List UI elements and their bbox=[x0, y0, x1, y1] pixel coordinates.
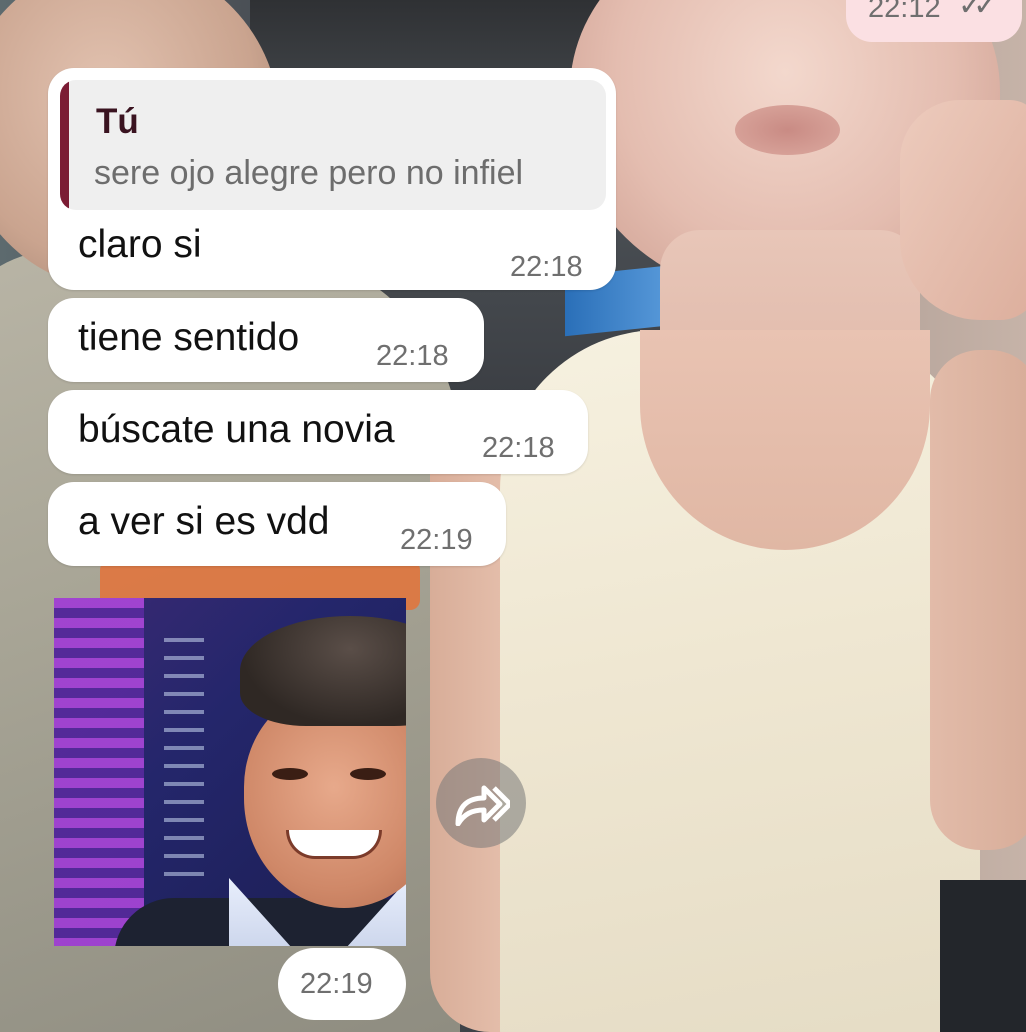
message-text: a ver si es vdd bbox=[78, 500, 330, 543]
quoted-message[interactable]: Tú sere ojo alegre pero no infiel bbox=[60, 80, 606, 210]
message-text: claro si bbox=[78, 223, 202, 266]
quote-accent-bar bbox=[60, 80, 69, 210]
message-time: 22:18 bbox=[510, 251, 583, 283]
wallpaper-hand bbox=[900, 100, 1026, 320]
sticker-smile bbox=[286, 830, 382, 859]
message-time: 22:12 bbox=[868, 0, 941, 24]
message-text: tiene sentido bbox=[78, 316, 300, 359]
forward-button[interactable] bbox=[436, 758, 526, 848]
sticker-eye bbox=[272, 768, 308, 780]
reply-message-bubble[interactable]: Tú sere ojo alegre pero no infiel claro … bbox=[48, 68, 616, 290]
sticker-time-badge: 22:19 bbox=[278, 948, 406, 1020]
wallpaper-lips bbox=[735, 105, 840, 155]
incoming-message-bubble[interactable]: búscate una novia 22:18 bbox=[48, 390, 588, 474]
double-check-icon: ✓✓ bbox=[958, 0, 998, 22]
sticker-stage-lights bbox=[164, 638, 204, 888]
message-text: búscate una novia bbox=[78, 408, 395, 451]
quoted-author: Tú bbox=[96, 102, 139, 141]
message-time: 22:18 bbox=[482, 432, 555, 464]
sticker-hair bbox=[240, 616, 406, 726]
wallpaper-right-arm bbox=[930, 350, 1026, 850]
sticker-image[interactable] bbox=[54, 598, 406, 946]
sticker-eye bbox=[350, 768, 386, 780]
message-time: 22:19 bbox=[400, 524, 473, 556]
sticker-stage-lights bbox=[54, 598, 144, 946]
forward-icon bbox=[455, 785, 510, 826]
incoming-message-bubble[interactable]: tiene sentido 22:18 bbox=[48, 298, 484, 382]
quoted-text: sere ojo alegre pero no infiel bbox=[94, 154, 524, 192]
wallpaper-dark-area bbox=[940, 880, 1026, 1032]
incoming-message-bubble[interactable]: a ver si es vdd 22:19 bbox=[48, 482, 506, 566]
outgoing-message-bubble[interactable]: 22:12 ✓✓ bbox=[846, 0, 1022, 42]
message-time: 22:19 bbox=[300, 968, 373, 1000]
message-time: 22:18 bbox=[376, 340, 449, 372]
